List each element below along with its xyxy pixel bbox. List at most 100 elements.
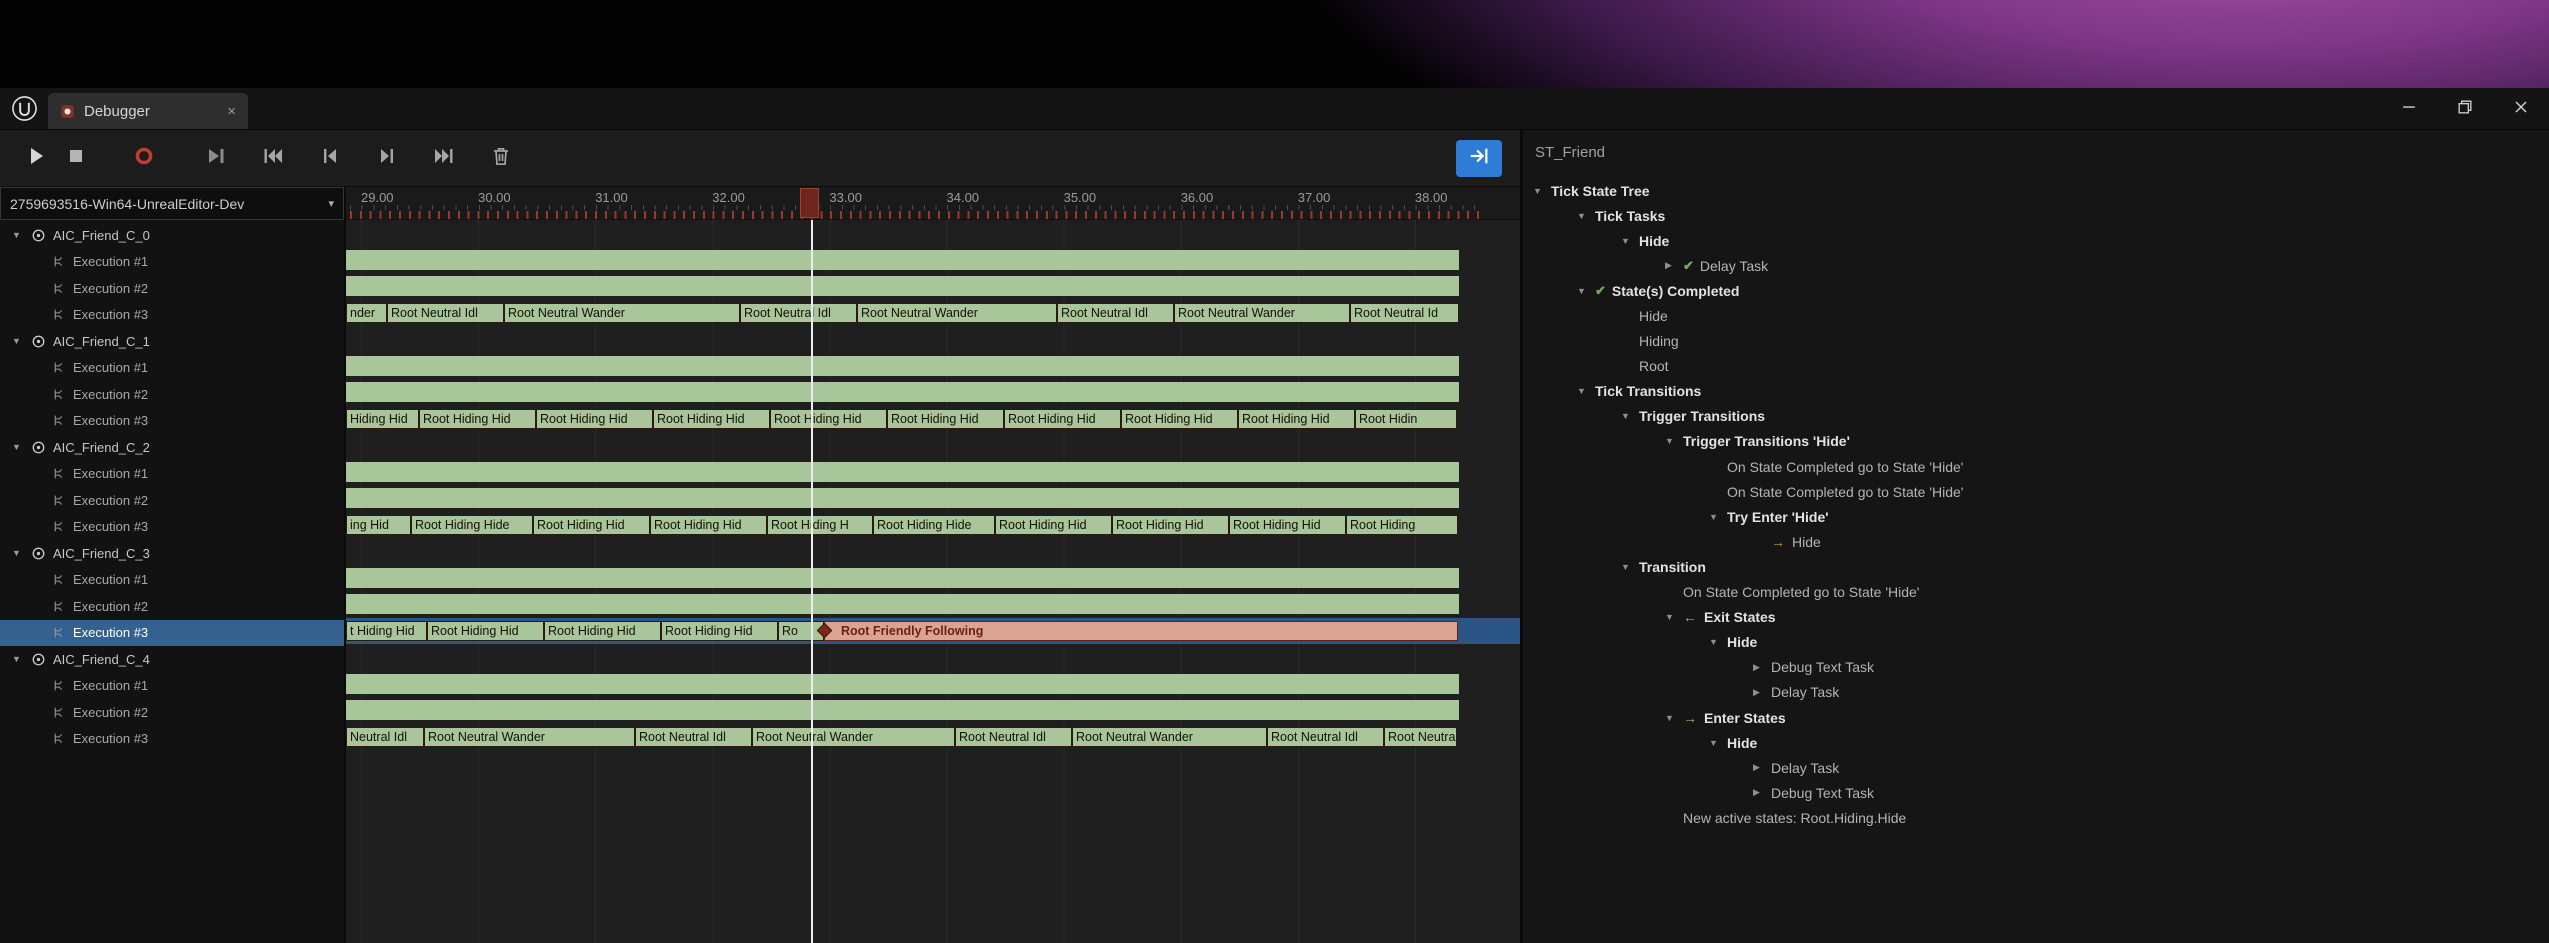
track-bar[interactable] — [346, 382, 1459, 402]
state-segment[interactable]: Root Neutral Wa — [1384, 727, 1457, 747]
last-frame-button[interactable] — [424, 138, 464, 178]
state-segment[interactable]: Root Hiding H — [767, 515, 873, 535]
track-row[interactable] — [346, 697, 1520, 724]
execution-item[interactable]: Execution #3 — [0, 408, 344, 435]
state-segment[interactable]: Root Hiding Hid — [1229, 515, 1346, 535]
expander-icon[interactable]: ▼ — [12, 548, 24, 558]
close-button[interactable] — [2493, 88, 2549, 130]
state-segment[interactable]: Root Hiding Hid — [1121, 409, 1238, 429]
expander-icon[interactable]: ▼ — [12, 336, 24, 346]
state-segment[interactable]: Root Neutral Idl — [955, 727, 1072, 747]
state-segment[interactable]: Root Hiding Hid — [1238, 409, 1355, 429]
execution-item[interactable]: Execution #3 — [0, 726, 344, 753]
state-tree-node[interactable]: ▶✔Delay Task — [1523, 253, 2549, 278]
expander-icon[interactable]: ▶ — [1753, 662, 1771, 673]
state-segment[interactable]: Root Hiding Hid — [427, 621, 544, 641]
execution-item[interactable]: Execution #2 — [0, 275, 344, 302]
resume-button[interactable] — [196, 138, 236, 178]
execution-item[interactable]: Execution #2 — [0, 381, 344, 408]
first-frame-button[interactable] — [253, 138, 293, 178]
state-segment[interactable]: Root Friendly Following — [824, 621, 1458, 641]
tree-group-AIC_Friend_C_1[interactable]: ▼AIC_Friend_C_1 — [0, 328, 344, 355]
state-tree-node[interactable]: ▼Tick Tasks — [1523, 203, 2549, 228]
tab-debugger[interactable]: Debugger × — [48, 93, 248, 129]
expander-icon[interactable]: ▼ — [1577, 211, 1595, 221]
session-dropdown[interactable]: 2759693516-Win64-UnrealEditor-Dev ▾ — [0, 187, 344, 220]
state-tree-node[interactable]: On State Completed go to State 'Hide' — [1523, 479, 2549, 504]
track-row[interactable]: ing HidRoot Hiding HideRoot Hiding HidRo… — [346, 512, 1520, 539]
restore-button[interactable] — [2437, 88, 2493, 130]
tree-group-AIC_Friend_C_2[interactable]: ▼AIC_Friend_C_2 — [0, 434, 344, 461]
state-tree-node[interactable]: ▶Delay Task — [1523, 680, 2549, 705]
state-segment[interactable]: Root Hiding Hid — [770, 409, 887, 429]
state-tree-node[interactable]: ▶Delay Task — [1523, 755, 2549, 780]
play-button[interactable] — [16, 138, 56, 178]
state-segment[interactable]: Root Neutral Idl — [635, 727, 752, 747]
clear-button[interactable] — [481, 138, 521, 178]
state-tree-node[interactable]: On State Completed go to State 'Hide' — [1523, 454, 2549, 479]
execution-item[interactable]: Execution #3 — [0, 514, 344, 541]
execution-item[interactable]: Execution #1 — [0, 461, 344, 488]
state-segment[interactable]: Root Neutral Id — [1350, 303, 1459, 323]
state-segment[interactable]: Root Hiding Hid — [536, 409, 653, 429]
expander-icon[interactable]: ▼ — [1621, 562, 1639, 572]
state-segment[interactable]: Root Hiding Hid — [650, 515, 767, 535]
track-row[interactable] — [346, 485, 1520, 512]
state-tree-node[interactable]: ▼Trigger Transitions 'Hide' — [1523, 429, 2549, 454]
jump-to-latest-button[interactable] — [1456, 140, 1502, 177]
track-bar[interactable] — [346, 700, 1459, 720]
execution-item[interactable]: Execution #1 — [0, 567, 344, 594]
state-tree-node[interactable]: ▼Hide — [1523, 228, 2549, 253]
state-segment[interactable]: t Hiding Hid — [346, 621, 427, 641]
execution-item[interactable]: Execution #1 — [0, 673, 344, 700]
state-segment[interactable]: Root Neutral Wander — [1174, 303, 1350, 323]
state-tree-node[interactable]: Root — [1523, 354, 2549, 379]
expander-icon[interactable]: ▼ — [1621, 411, 1639, 421]
tree-group-AIC_Friend_C_3[interactable]: ▼AIC_Friend_C_3 — [0, 540, 344, 567]
state-segment[interactable]: Root Neutral Wander — [752, 727, 955, 747]
state-tree-node[interactable]: ▼Try Enter 'Hide' — [1523, 504, 2549, 529]
track-row[interactable]: nderRoot Neutral IdlRoot Neutral WanderR… — [346, 300, 1520, 327]
track-bar[interactable] — [346, 674, 1459, 694]
execution-item[interactable]: Execution #1 — [0, 249, 344, 276]
track-row[interactable] — [346, 671, 1520, 698]
expander-icon[interactable]: ▼ — [1621, 236, 1639, 246]
track-row[interactable]: t Hiding HidRoot Hiding HidRoot Hiding H… — [346, 618, 1520, 645]
state-tree-node[interactable]: Hide — [1523, 303, 2549, 328]
scrub-handle[interactable] — [800, 188, 819, 218]
state-tree-node[interactable]: ▼Tick State Tree — [1523, 178, 2549, 203]
track-row[interactable] — [346, 591, 1520, 618]
state-segment[interactable]: Root Hiding Hide — [873, 515, 995, 535]
state-segment[interactable]: Root Hiding Hid — [544, 621, 661, 641]
execution-item[interactable]: Execution #1 — [0, 355, 344, 382]
track-row[interactable] — [346, 273, 1520, 300]
expander-icon[interactable]: ▼ — [12, 230, 24, 240]
state-segment[interactable]: Hiding Hid — [346, 409, 419, 429]
state-tree-node[interactable]: Hiding — [1523, 329, 2549, 354]
state-tree-node[interactable]: ▶Debug Text Task — [1523, 655, 2549, 680]
state-segment[interactable]: Root Neutral Wander — [504, 303, 740, 323]
state-tree-node[interactable]: ▼Trigger Transitions — [1523, 404, 2549, 429]
timeline-ruler[interactable]: 29.0030.0031.0032.0033.0034.0035.0036.00… — [346, 187, 1520, 220]
expander-icon[interactable]: ▼ — [1709, 637, 1727, 647]
state-segment[interactable]: ing Hid — [346, 515, 411, 535]
expander-icon[interactable]: ▼ — [1577, 386, 1595, 396]
state-segment[interactable]: Root Neutral Wander — [424, 727, 635, 747]
tree-group-AIC_Friend_C_0[interactable]: ▼AIC_Friend_C_0 — [0, 222, 344, 249]
state-segment[interactable]: Root Hiding — [1346, 515, 1458, 535]
state-segment[interactable]: Root Neutral Wander — [1072, 727, 1267, 747]
state-segment[interactable]: Root Hiding Hid — [1004, 409, 1121, 429]
track-bar[interactable] — [346, 462, 1459, 482]
track-bar[interactable] — [346, 276, 1459, 296]
state-segment[interactable]: Root Hiding Hid — [533, 515, 650, 535]
execution-item[interactable]: Execution #2 — [0, 699, 344, 726]
state-segment[interactable]: Neutral Idl — [346, 727, 424, 747]
track-row[interactable] — [346, 379, 1520, 406]
expander-icon[interactable]: ▼ — [1665, 612, 1683, 622]
record-button[interactable] — [124, 138, 164, 178]
execution-item[interactable]: Execution #3 — [0, 620, 344, 647]
expander-icon[interactable]: ▼ — [12, 442, 24, 452]
state-tree-node[interactable]: →Hide — [1523, 529, 2549, 554]
state-segment[interactable]: Root Neutral Idl — [387, 303, 504, 323]
expander-icon[interactable]: ▶ — [1753, 687, 1771, 698]
